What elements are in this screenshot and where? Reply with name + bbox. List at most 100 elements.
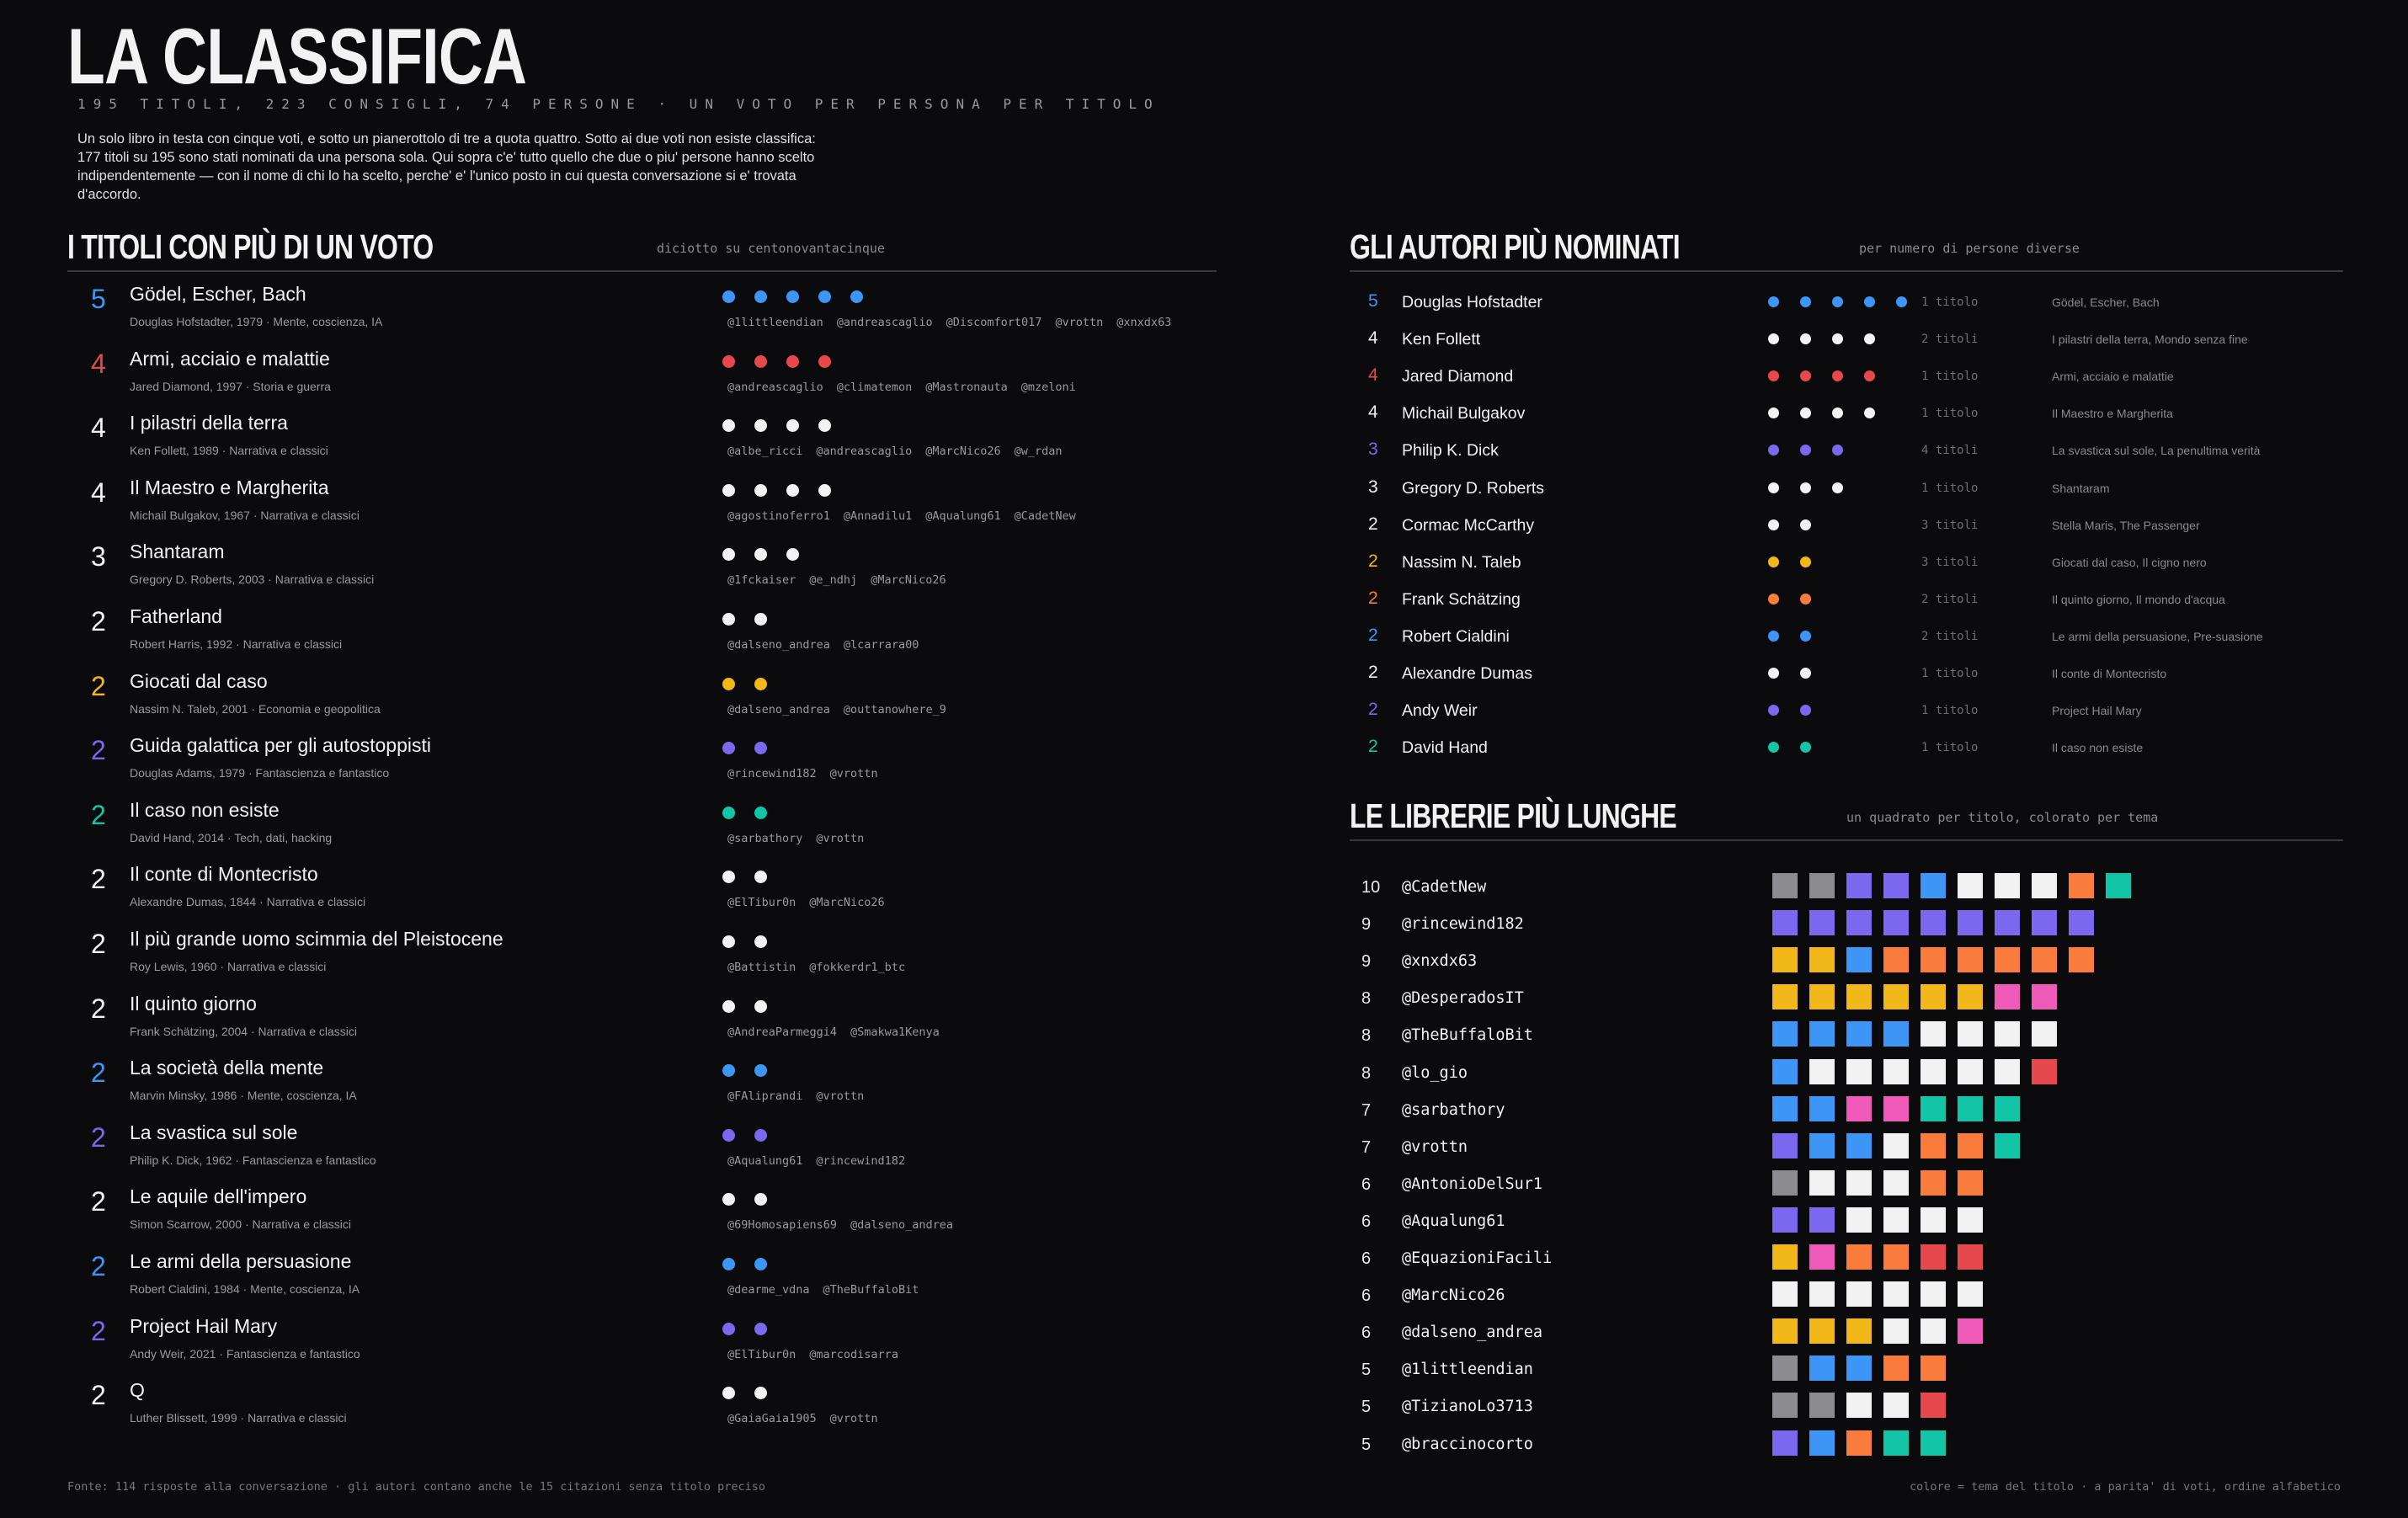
- voter-handle[interactable]: @Mastronauta: [925, 381, 1008, 394]
- voter-handle[interactable]: @dalseno_andrea: [727, 703, 830, 716]
- voter-handle[interactable]: @e_ndhj: [809, 573, 857, 587]
- author-row[interactable]: 2 Andy Weir 1 titolo Project Hail Mary: [1350, 692, 2343, 729]
- title-row[interactable]: 2 Il caso non esiste David Hand, 2014 · Te…: [67, 793, 1217, 857]
- library-square: [1846, 1356, 1872, 1382]
- library-row[interactable]: 6 @AntonioDelSur1: [1350, 1165, 2343, 1202]
- voter-handle[interactable]: @ElTibur0n: [727, 1348, 796, 1361]
- author-row[interactable]: 5 Douglas Hofstadter 1 titolo Gödel, Escher…: [1350, 284, 2343, 321]
- voter-handle[interactable]: @rincewind182: [727, 767, 817, 780]
- voter-handle[interactable]: @w_rdan: [1015, 445, 1063, 458]
- voter-handle[interactable]: @lcarrara00: [844, 638, 919, 652]
- voter-handle[interactable]: @69Homosapiens69: [727, 1218, 837, 1232]
- title-row[interactable]: 5 Gödel, Escher, Bach Douglas Hofstadter, …: [67, 277, 1217, 341]
- voter-handle[interactable]: @Aqualung61: [925, 509, 1000, 523]
- title-row[interactable]: 3 Shantaram Gregory D. Roberts, 2003 · Nar…: [67, 535, 1217, 599]
- voter-handle[interactable]: @Smakwa1Kenya: [850, 1025, 940, 1039]
- library-row[interactable]: 9 @rincewind182: [1350, 905, 2343, 942]
- author-title-count: 2 titoli: [1921, 333, 1979, 347]
- title-row[interactable]: 2 La svastica sul sole Philip K. Dick, 196…: [67, 1116, 1217, 1180]
- title-row[interactable]: 4 Il Maestro e Margherita Michail Bulgakov…: [67, 471, 1217, 535]
- voter-handle[interactable]: @fokkerdr1_btc: [809, 961, 905, 974]
- voter-handle[interactable]: @andreascaglio: [727, 381, 823, 394]
- library-row[interactable]: 9 @xnxdx63: [1350, 942, 2343, 979]
- title-row[interactable]: 2 La società della mente Marvin Minsky, 19…: [67, 1051, 1217, 1115]
- title-row[interactable]: 2 Il più grande uomo scimmia del Pleistoc…: [67, 922, 1217, 986]
- title-row[interactable]: 2 Il conte di Montecristo Alexandre Dumas,…: [67, 857, 1217, 921]
- library-row[interactable]: 8 @DesperadosIT: [1350, 979, 2343, 1016]
- voter-handle[interactable]: @CadetNew: [1015, 509, 1076, 523]
- title-row[interactable]: 2 Guida galattica per gli autostoppisti Do…: [67, 728, 1217, 792]
- vote-dot: [722, 935, 735, 948]
- library-row[interactable]: 5 @TizianoLo3713: [1350, 1388, 2343, 1425]
- title-row[interactable]: 2 Fatherland Robert Harris, 1992 · Narrati…: [67, 599, 1217, 663]
- voter-handle[interactable]: @rincewind182: [816, 1154, 905, 1168]
- voter-handle[interactable]: @dearme_vdna: [727, 1283, 810, 1297]
- voter-handle[interactable]: @AndreaParmeggi4: [727, 1025, 837, 1039]
- voter-handle[interactable]: @climatemon: [837, 381, 912, 394]
- author-dot: [1768, 445, 1779, 456]
- title-row[interactable]: 2 Project Hail Mary Andy Weir, 2021 · Fant…: [67, 1309, 1217, 1373]
- library-row[interactable]: 5 @1littleendian: [1350, 1350, 2343, 1388]
- author-name: Jared Diamond: [1402, 367, 1514, 386]
- voter-handle[interactable]: @vrottn: [830, 1412, 878, 1425]
- voter-handle[interactable]: @FAliprandi: [727, 1089, 802, 1103]
- voter-handle[interactable]: @sarbathory: [727, 832, 802, 845]
- author-row[interactable]: 2 Cormac McCarthy 3 titoli Stella Maris, Th…: [1350, 507, 2343, 544]
- title-row[interactable]: 4 I pilastri della terra Ken Follett, 1989…: [67, 406, 1217, 470]
- library-square: [1846, 1393, 1872, 1419]
- voter-handle[interactable]: @outtanowhere_9: [844, 703, 946, 716]
- title-row[interactable]: 4 Armi, acciaio e malattie Jared Diamond, …: [67, 342, 1217, 406]
- title-row[interactable]: 2 Il quinto giorno Frank Schätzing, 2004 ·…: [67, 987, 1217, 1051]
- title-row[interactable]: 2 Le aquile dell'impero Simon Scarrow, 200…: [67, 1180, 1217, 1244]
- voter-handle[interactable]: @Annadilu1: [844, 509, 912, 523]
- author-row[interactable]: 3 Gregory D. Roberts 1 titolo Shantaram: [1350, 470, 2343, 507]
- voter-handle[interactable]: @MarcNico26: [925, 445, 1000, 458]
- author-dot: [1800, 519, 1811, 530]
- library-row[interactable]: 6 @EquazioniFacili: [1350, 1239, 2343, 1276]
- voter-handle[interactable]: @albe_ricci: [727, 445, 802, 458]
- voter-handle[interactable]: @Discomfort017: [946, 316, 1042, 329]
- author-row[interactable]: 4 Michail Bulgakov 1 titolo Il Maestro e Ma…: [1350, 395, 2343, 432]
- voter-handle[interactable]: @andreascaglio: [837, 316, 933, 329]
- title-row[interactable]: 2 Giocati dal caso Nassim N. Taleb, 2001 ·…: [67, 664, 1217, 728]
- author-row[interactable]: 2 Frank Schätzing 2 titoli Il quinto giorno…: [1350, 581, 2343, 618]
- author-row[interactable]: 3 Philip K. Dick 4 titoli La svastica sul s…: [1350, 432, 2343, 469]
- author-row[interactable]: 2 Robert Cialdini 2 titoli Le armi della pe…: [1350, 618, 2343, 655]
- library-row[interactable]: 10 @CadetNew: [1350, 868, 2343, 905]
- library-row[interactable]: 8 @lo_gio: [1350, 1054, 2343, 1091]
- title-row[interactable]: 2 Le armi della persuasione Robert Cialdin…: [67, 1244, 1217, 1308]
- voter-handle[interactable]: @MarcNico26: [871, 573, 946, 587]
- author-row[interactable]: 4 Ken Follett 2 titoli I pilastri della ter…: [1350, 321, 2343, 358]
- author-row[interactable]: 2 David Hand 1 titolo Il caso non esiste: [1350, 729, 2343, 766]
- library-row[interactable]: 6 @Aqualung61: [1350, 1202, 2343, 1239]
- voter-handle[interactable]: @vrottn: [816, 1089, 864, 1103]
- voter-handle[interactable]: @dalseno_andrea: [850, 1218, 953, 1232]
- voter-handle[interactable]: @vrottn: [816, 832, 864, 845]
- voter-handle[interactable]: @TheBuffaloBit: [823, 1283, 919, 1297]
- library-row[interactable]: 6 @MarcNico26: [1350, 1276, 2343, 1313]
- library-row[interactable]: 8 @TheBuffaloBit: [1350, 1016, 2343, 1053]
- library-row[interactable]: 7 @vrottn: [1350, 1128, 2343, 1165]
- voter-handle[interactable]: @ElTibur0n: [727, 896, 796, 909]
- voter-handle[interactable]: @agostinoferro1: [727, 509, 830, 523]
- library-row[interactable]: 5 @braccinocorto: [1350, 1425, 2343, 1462]
- title-row[interactable]: 2 Q Luther Blissett, 1999 · Narrativa e cl…: [67, 1373, 1217, 1437]
- voter-handle[interactable]: @Battistin: [727, 961, 796, 974]
- library-row[interactable]: 6 @dalseno_andrea: [1350, 1313, 2343, 1350]
- voter-handle[interactable]: @andreascaglio: [816, 445, 912, 458]
- author-row[interactable]: 2 Nassim N. Taleb 3 titoli Giocati dal caso…: [1350, 544, 2343, 581]
- voter-handle[interactable]: @MarcNico26: [809, 896, 884, 909]
- voter-handle[interactable]: @Aqualung61: [727, 1154, 802, 1168]
- author-row[interactable]: 2 Alexandre Dumas 1 titolo Il conte di Mont…: [1350, 655, 2343, 692]
- voter-handle[interactable]: @1littleendian: [727, 316, 823, 329]
- voter-handle[interactable]: @GaiaGaia1905: [727, 1412, 817, 1425]
- voter-handle[interactable]: @vrottn: [830, 767, 878, 780]
- voter-handle[interactable]: @vrottn: [1055, 316, 1103, 329]
- voter-handle[interactable]: @1fckaiser: [727, 573, 796, 587]
- voter-handle[interactable]: @marcodisarra: [809, 1348, 898, 1361]
- voter-handle[interactable]: @mzeloni: [1021, 381, 1076, 394]
- voter-handle[interactable]: @xnxdx63: [1116, 316, 1171, 329]
- voter-handle[interactable]: @dalseno_andrea: [727, 638, 830, 652]
- library-row[interactable]: 7 @sarbathory: [1350, 1091, 2343, 1128]
- author-row[interactable]: 4 Jared Diamond 1 titolo Armi, acciaio e ma…: [1350, 358, 2343, 395]
